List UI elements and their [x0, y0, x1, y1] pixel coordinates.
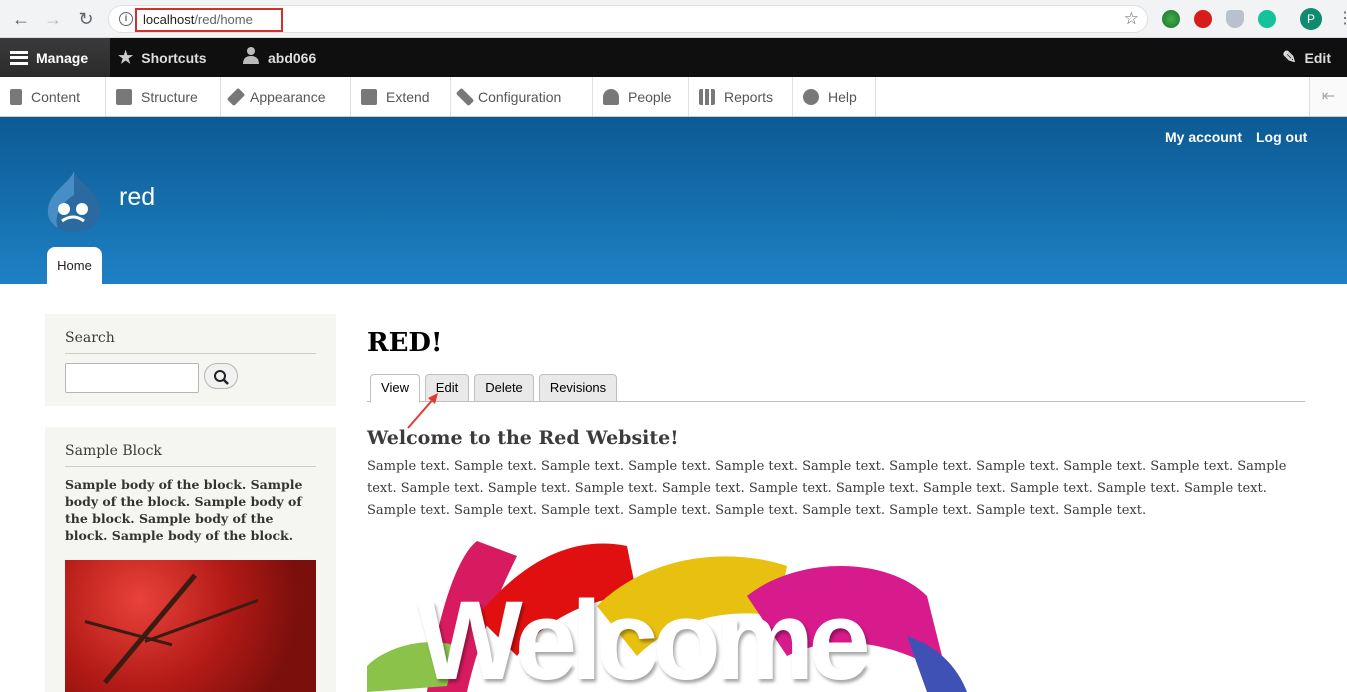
browser-chrome: ← → ↻ i localhost/red/home ☆ P ⋮ [0, 0, 1347, 38]
forward-icon[interactable]: → [42, 8, 64, 30]
search-input[interactable] [65, 363, 199, 393]
toolbar-edit-button[interactable]: ✎ Edit [1282, 38, 1331, 77]
puzzle-icon [361, 88, 377, 105]
bookmark-star-icon[interactable]: ☆ [1124, 9, 1139, 29]
menu-item-label: Help [828, 88, 857, 105]
user-icon [242, 46, 260, 69]
branch [84, 620, 173, 647]
url-text[interactable]: localhost/red/home [143, 12, 253, 27]
sample-block-title: Sample Block [65, 443, 162, 459]
search-block: Search [45, 314, 336, 406]
tab-delete[interactable]: Delete [474, 374, 534, 402]
search-block-title: Search [65, 330, 115, 346]
document-icon [10, 88, 22, 105]
paintbrush-icon [226, 87, 246, 106]
browser-menu-icon[interactable]: ⋮ [1337, 9, 1347, 29]
menu-item-configuration[interactable]: Configuration [451, 77, 593, 116]
star-icon: ★ [118, 47, 134, 67]
menu-item-content[interactable]: Content [0, 77, 106, 116]
back-icon[interactable]: ← [10, 8, 32, 30]
content-body: Sample text. Sample text. Sample text. S… [367, 459, 1287, 518]
menu-item-label: Structure [141, 88, 198, 105]
menu-item-label: Content [31, 88, 81, 105]
structure-icon [116, 88, 132, 105]
extension-stop-icon[interactable] [1194, 10, 1212, 28]
divider [65, 353, 316, 354]
welcome-banner-text: Welcome [417, 578, 871, 692]
url-path: /red/home [194, 12, 253, 27]
tab-revisions[interactable]: Revisions [539, 374, 617, 402]
sample-block-body: Sample body of the block. Sample body of… [65, 477, 303, 543]
extension-shield-icon[interactable] [1226, 10, 1244, 28]
manage-label: Manage [36, 49, 89, 66]
menu-item-label: Reports [724, 88, 774, 105]
welcome-banner-image: Welcome [367, 536, 967, 692]
site-info-icon[interactable]: i [119, 12, 133, 26]
user-button[interactable]: abd066 [242, 38, 316, 77]
manage-button[interactable]: Manage [0, 38, 110, 77]
people-icon [603, 88, 619, 105]
content-heading: Welcome to the Red Website! [367, 427, 679, 449]
pencil-icon: ✎ [1282, 47, 1297, 67]
menu-item-people[interactable]: People [593, 77, 689, 116]
search-icon [214, 370, 229, 385]
extension-globe-icon[interactable] [1162, 10, 1180, 28]
menu-item-label: Configuration [478, 88, 562, 105]
toolbar-edit-label: Edit [1304, 49, 1331, 66]
menu-item-help[interactable]: Help [793, 77, 876, 116]
user-label: abd066 [268, 49, 317, 66]
nav-home-tab[interactable]: Home [47, 247, 102, 284]
menu-item-label: People [628, 88, 672, 105]
hamburger-icon [10, 50, 28, 65]
log-out-link[interactable]: Log out [1256, 129, 1307, 145]
divider [65, 466, 316, 467]
address-bar[interactable]: i localhost/red/home ☆ [108, 5, 1148, 33]
drupal-logo-icon[interactable] [44, 169, 104, 233]
extension-grammarly-icon[interactable] [1258, 10, 1276, 28]
red-tree-image [65, 560, 316, 692]
branch [144, 599, 259, 643]
menu-item-extend[interactable]: Extend [351, 77, 451, 116]
site-name[interactable]: red [119, 183, 155, 212]
url-host: localhost [143, 12, 195, 27]
annotation-arrow-icon [407, 393, 438, 429]
page-title: RED! [367, 328, 443, 358]
shortcuts-button[interactable]: ★ Shortcuts [118, 38, 207, 77]
local-tasks-tabs: View Edit Delete Revisions [367, 374, 1305, 403]
sample-block: Sample Block Sample body of the block. S… [45, 427, 336, 692]
shortcuts-label: Shortcuts [141, 49, 207, 66]
tray-orientation-toggle-icon[interactable]: ⇤ [1309, 77, 1347, 116]
admin-menu-tray: Content Structure Appearance Extend Conf… [0, 77, 1347, 117]
menu-item-reports[interactable]: Reports [689, 77, 793, 116]
site-header: My account Log out red Home [0, 117, 1347, 284]
menu-item-label: Appearance [250, 88, 326, 105]
admin-toolbar: Manage ★ Shortcuts abd066 ✎ Edit [0, 38, 1347, 77]
menu-item-structure[interactable]: Structure [106, 77, 221, 116]
profile-avatar[interactable]: P [1300, 8, 1322, 30]
menu-item-appearance[interactable]: Appearance [221, 77, 351, 116]
reload-icon[interactable]: ↻ [75, 8, 97, 30]
search-button[interactable] [204, 363, 238, 389]
my-account-link[interactable]: My account [1165, 129, 1242, 145]
bar-chart-icon [699, 88, 715, 105]
menu-item-label: Extend [386, 88, 430, 105]
help-icon [803, 88, 819, 105]
wrench-icon [455, 87, 475, 106]
